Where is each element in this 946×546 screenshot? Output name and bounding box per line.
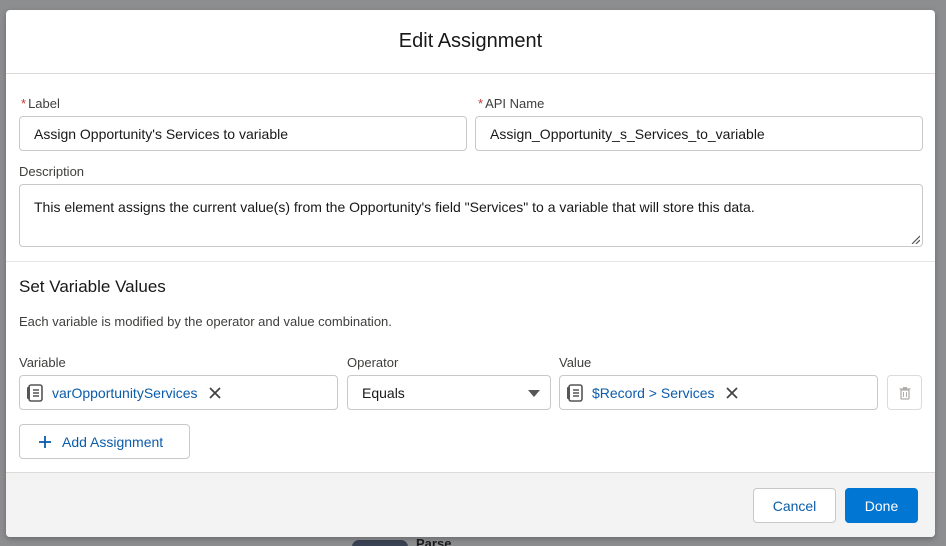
operator-value: Equals bbox=[362, 384, 405, 401]
description-textarea[interactable]: This element assigns the current value(s… bbox=[19, 184, 923, 247]
done-button[interactable]: Done bbox=[845, 488, 918, 523]
variable-pill: varOpportunityServices bbox=[26, 383, 222, 403]
resource-list-icon bbox=[27, 383, 43, 402]
close-icon[interactable] bbox=[208, 386, 222, 400]
label-input-value: Assign Opportunity's Services to variabl… bbox=[34, 125, 289, 142]
modal-footer: Cancel Done bbox=[6, 472, 935, 537]
variable-combobox[interactable]: varOpportunityServices bbox=[19, 375, 338, 410]
value-pill-label: $Record > Services bbox=[592, 384, 715, 401]
required-mark: * bbox=[21, 96, 27, 111]
plus-icon bbox=[39, 435, 51, 448]
value-pill: $Record > Services bbox=[566, 383, 739, 403]
close-icon[interactable] bbox=[725, 386, 739, 400]
section-divider bbox=[6, 261, 935, 262]
canvas-node bbox=[352, 540, 408, 546]
add-assignment-button[interactable]: Add Assignment bbox=[19, 424, 190, 459]
api-name-field-label: * API Name bbox=[478, 96, 545, 111]
api-name-input[interactable]: Assign_Opportunity_s_Services_to_variabl… bbox=[475, 116, 923, 151]
add-assignment-label: Add Assignment bbox=[62, 433, 164, 450]
required-mark: * bbox=[478, 96, 484, 111]
description-value: This element assigns the current value(s… bbox=[34, 199, 755, 215]
description-label: Description bbox=[19, 164, 85, 179]
delete-row-button[interactable] bbox=[887, 375, 922, 410]
variable-pill-label: varOpportunityServices bbox=[52, 384, 198, 401]
trash-icon bbox=[899, 386, 910, 400]
resize-grip-icon[interactable] bbox=[910, 234, 920, 244]
canvas-node-label: Parse bbox=[416, 536, 452, 546]
value-combobox[interactable]: $Record > Services bbox=[559, 375, 878, 410]
value-column-label: Value bbox=[559, 355, 592, 370]
section-title: Set Variable Values bbox=[19, 277, 166, 296]
chevron-down-icon bbox=[528, 390, 540, 397]
modal-header: Edit Assignment bbox=[6, 10, 935, 74]
operator-column-label: Operator bbox=[347, 355, 399, 370]
api-name-input-value: Assign_Opportunity_s_Services_to_variabl… bbox=[490, 125, 765, 142]
operator-select[interactable]: Equals bbox=[347, 375, 551, 410]
section-help-text: Each variable is modified by the operato… bbox=[19, 314, 392, 329]
label-input[interactable]: Assign Opportunity's Services to variabl… bbox=[19, 116, 467, 151]
edit-assignment-modal: Edit Assignment * Label Assign Opportunit… bbox=[6, 10, 935, 537]
resource-list-icon bbox=[567, 383, 583, 402]
modal-title: Edit Assignment bbox=[398, 30, 543, 52]
cancel-button[interactable]: Cancel bbox=[753, 488, 836, 523]
variable-column-label: Variable bbox=[19, 355, 66, 370]
label-field-label: * Label bbox=[21, 96, 60, 111]
